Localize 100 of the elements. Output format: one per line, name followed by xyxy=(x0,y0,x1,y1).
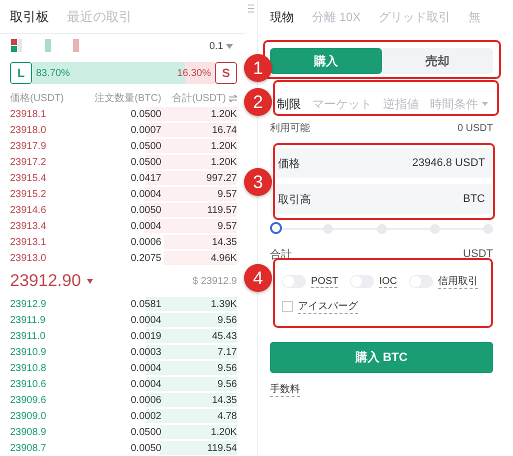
price-cell-text: 23908.9 xyxy=(10,426,48,438)
tab[interactable]: 最近の取引 xyxy=(67,8,132,26)
step-badge: 3 xyxy=(244,168,272,196)
price-cell-text: 23910.8 xyxy=(10,362,48,374)
swap-icon[interactable] xyxy=(228,94,237,102)
caret-icon xyxy=(226,44,233,48)
tab[interactable]: 現物 xyxy=(270,8,294,26)
total-cell-text: 14.35 xyxy=(210,236,237,248)
amount-cell-text: 0.0050 xyxy=(130,442,162,454)
short-percent: 16.30% xyxy=(176,68,212,78)
total-cell-text: 9.57 xyxy=(216,220,237,232)
side-tab[interactable]: 売却 xyxy=(382,48,493,74)
last-price: 23912.90 xyxy=(10,271,81,291)
input-field[interactable]: 取引高 BTC xyxy=(270,184,493,214)
order-type-tab[interactable]: 時間条件 xyxy=(430,96,488,112)
price-cell-text: 23917.9 xyxy=(10,140,48,152)
step-badge: 1 xyxy=(244,54,272,82)
tab[interactable]: 無 xyxy=(468,8,481,26)
input-field[interactable]: 価格 23946.8 USDT xyxy=(270,148,493,178)
option-label: IOC xyxy=(379,276,398,288)
price-cell-text: 23912.9 xyxy=(10,298,48,310)
amount-cell-text: 0.0417 xyxy=(130,172,162,184)
fee-label[interactable]: 手数料 xyxy=(270,382,300,397)
price-cell-text: 23910.9 xyxy=(10,346,48,358)
amount-cell-text: 0.0004 xyxy=(130,188,162,200)
amount-cell-text: 0.0004 xyxy=(130,362,162,374)
price-cell-text: 23913.4 xyxy=(10,220,48,232)
price-cell-text: 23915.4 xyxy=(10,172,48,184)
total-cell-text: 1.20K xyxy=(210,426,237,438)
total-cell-text: 7.17 xyxy=(216,346,237,358)
total-cell-text: 9.57 xyxy=(216,188,237,200)
side-tab[interactable]: 購入 xyxy=(270,48,382,74)
price-cell-text: 23909.0 xyxy=(10,410,48,422)
amount-cell-text: 0.0500 xyxy=(130,426,162,438)
long-button[interactable]: L xyxy=(10,62,32,84)
total-cell-text: 45.43 xyxy=(210,330,237,342)
option-label: アイスバーグ xyxy=(298,299,358,314)
price-cell-text: 23910.6 xyxy=(10,378,48,390)
amount-cell-text: 0.0006 xyxy=(130,236,162,248)
total-cell-text: 119.54 xyxy=(206,442,237,454)
price-cell-text: 23908.7 xyxy=(10,442,48,454)
option-label: 信用取引 xyxy=(438,274,478,289)
amount-cell-text: 0.0002 xyxy=(130,410,162,422)
short-button[interactable]: S xyxy=(215,62,237,84)
amount-cell-text: 0.0019 xyxy=(130,330,162,342)
total-cell-text: 14.35 xyxy=(210,394,237,406)
price-cell-text: 23914.6 xyxy=(10,204,48,216)
precision-dropdown[interactable]: 0.1 xyxy=(209,40,233,52)
amount-cell-text: 0.0500 xyxy=(130,140,162,152)
long-percent: 83.70% xyxy=(35,68,71,78)
menu-icon[interactable] xyxy=(248,4,254,13)
total-cell-text: 1.39K xyxy=(210,298,237,310)
column-header: 価格(USDT) xyxy=(10,92,64,105)
price-cell-text: 23913.0 xyxy=(10,252,48,264)
option-label: POST xyxy=(311,276,338,288)
caret-down-icon xyxy=(86,278,93,284)
price-cell-text: 23918.1 xyxy=(10,108,48,120)
tab[interactable]: 分離 10X xyxy=(312,8,361,26)
total-cell-text: 1.20K xyxy=(210,140,237,152)
total-value: USDT xyxy=(463,248,493,260)
total-cell-text: 9.56 xyxy=(216,314,237,326)
price-cell-text: 23913.1 xyxy=(10,236,48,248)
both-sides-view-icon[interactable] xyxy=(11,39,23,53)
amount-cell-text: 0.0003 xyxy=(130,346,162,358)
available-value: 0 USDT xyxy=(457,122,493,134)
available-label: 利用可能 xyxy=(270,122,310,135)
step-badge: 2 xyxy=(244,88,272,116)
amount-cell-text: 0.0004 xyxy=(130,378,162,390)
checkbox[interactable] xyxy=(282,301,293,312)
price-cell-text: 23918.0 xyxy=(10,124,48,136)
total-cell-text: 1.20K xyxy=(210,156,237,168)
amount-cell-text: 0.0007 xyxy=(130,124,162,136)
amount-cell-text: 0.0004 xyxy=(130,220,162,232)
step-badge: 4 xyxy=(244,264,272,292)
price-cell-text: 23917.2 xyxy=(10,156,48,168)
total-cell-text: 9.56 xyxy=(216,362,237,374)
amount-cell-text: 0.0050 xyxy=(130,204,162,216)
bids-view-icon[interactable] xyxy=(45,39,51,53)
total-cell-text: 4.78 xyxy=(216,410,237,422)
asks-view-icon[interactable] xyxy=(73,39,79,53)
buy-button[interactable]: 購入 BTC xyxy=(270,342,493,373)
total-cell-text: 9.56 xyxy=(216,378,237,390)
total-cell-text: 16.74 xyxy=(210,124,237,136)
tab[interactable]: グリッド取引 xyxy=(378,8,451,26)
order-type-tab[interactable]: マーケット xyxy=(312,96,372,112)
price-cell-text: 23915.2 xyxy=(10,188,48,200)
order-type-tab[interactable]: 逆指値 xyxy=(383,96,419,112)
total-cell-text: 1.20K xyxy=(210,108,237,120)
price-cell-text: 23911.9 xyxy=(10,314,46,326)
order-type-tab[interactable]: 制限 xyxy=(277,96,301,112)
column-header: 合計(USDT) xyxy=(172,92,226,105)
amount-cell-text: 0.0004 xyxy=(130,314,162,326)
amount-slider[interactable] xyxy=(270,222,493,236)
column-header: 注文数量(BTC) xyxy=(94,92,162,105)
price-cell-text: 23911.0 xyxy=(10,330,46,342)
amount-cell-text: 0.0581 xyxy=(130,298,162,310)
tab[interactable]: 取引板 xyxy=(10,8,49,26)
price-cell-text: 23909.6 xyxy=(10,394,48,406)
total-cell-text: 997.27 xyxy=(205,172,237,184)
amount-cell-text: 0.0006 xyxy=(130,394,162,406)
